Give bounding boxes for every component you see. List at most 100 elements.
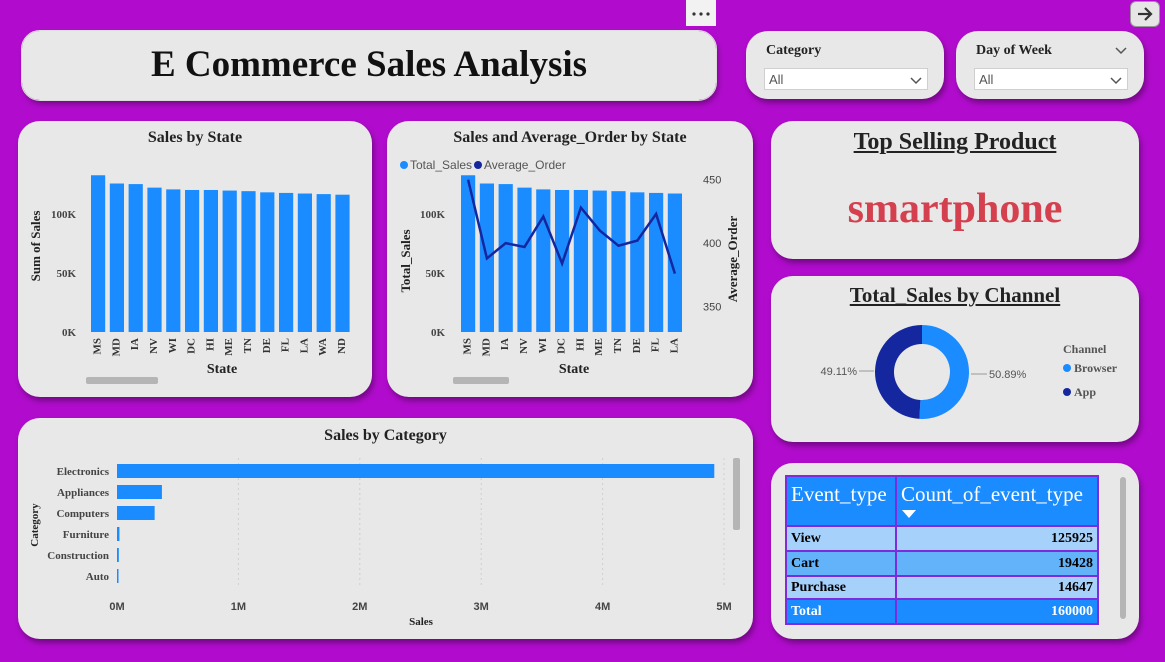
x-tick-label: NV [518,338,530,354]
sales-avg-order-chart: Total_Sales Average_Order 0K 50K 100K 350 400 4… [398,158,740,377]
donut-slice [875,325,922,419]
x-axis-title: State [559,362,589,377]
x-tick-label: 3M [474,601,489,613]
y-tick-label: Computers [56,508,109,520]
category-dropdown[interactable]: All [764,68,928,90]
bar [203,189,218,332]
y-tick-label: 100K [420,209,446,221]
y2-tick-label: 450 [703,175,721,187]
data-label: 49.11% [821,366,858,378]
x-tick-label: WA [317,338,329,356]
bar [279,192,294,332]
sales-avg-order-card: Sales and Average_Order by State Total_S… [387,121,753,397]
horizontal-scrollbar[interactable] [453,377,509,384]
bar [630,192,645,332]
x-tick-label: 1M [231,601,246,613]
title-card: E Commerce Sales Analysis [21,30,717,101]
vertical-scrollbar[interactable] [733,458,740,530]
chevron-down-icon [910,77,922,85]
sales-by-category-chart: 0M 1M 2M 3M 4M 5M Electronics Appliances Compute… [29,458,732,628]
x-tick-label: WI [537,338,549,353]
bar [166,189,181,332]
donut-slice [919,325,970,419]
bar [117,569,119,583]
y-axis-title: Total_Sales [398,229,413,292]
sales-by-channel-card: Total_Sales by Channel 50.89% 49.11% Chann… [771,276,1139,442]
table-total-row: Total 160000 [785,598,1099,625]
channel-donut-chart: 50.89% 49.11% Channel Browser App [821,325,1118,419]
legend-title: Channel [1063,342,1107,356]
x-tick-label: ME [593,338,605,356]
arrow-right-icon[interactable] [1130,1,1160,27]
y-tick-label: 50K [425,268,445,280]
bar [128,184,143,332]
y-tick-label: 100K [51,209,77,221]
column-header[interactable]: Event_type [785,475,897,527]
x-tick-label: DE [631,338,643,353]
bar [297,193,312,332]
y-tick-label: 50K [56,268,76,280]
x-tick-label: HI [574,338,586,351]
y-axis-title: Sum of Sales [28,211,43,282]
bar [117,506,155,520]
category-slicer-label: Category [766,43,822,58]
sort-down-icon [902,510,916,518]
day-of-week-slicer[interactable]: Day of Week All [956,31,1144,99]
bar [498,184,513,332]
x-tick-label: MS [462,338,474,355]
x-tick-label: DC [186,338,198,354]
event-table: Event_type Count_of_event_type View 1259… [785,475,1099,625]
table-row: Cart 19428 [785,550,1099,577]
legend-marker [474,161,482,169]
x-tick-label: 0M [109,601,124,613]
x-tick-label: 4M [595,601,610,613]
x-tick-label: MD [110,338,122,356]
x-tick-label: ME [223,338,235,356]
bar [147,187,162,332]
sales-by-state-chart: 0K 50K 100K MS MD IA NV WI DC HI ME TN DE FL LA WA ND Sta… [28,175,350,377]
x-tick-label: LA [298,338,310,353]
event-table-card: Event_type Count_of_event_type View 1259… [771,463,1139,639]
horizontal-scrollbar[interactable] [86,377,158,384]
sales-by-state-card: Sales by State 0K 50K 100K MS MD IA NV WI DC HI ME… [18,121,372,397]
bar [611,191,626,332]
legend-label: App [1074,385,1096,399]
bar [117,548,119,562]
day-of-week-dropdown[interactable]: All [974,68,1128,90]
more-options-icon[interactable] [686,0,716,26]
category-slicer[interactable]: Category All [746,31,944,99]
x-tick-label: 2M [352,601,367,613]
x-tick-label: IA [499,338,511,350]
x-tick-label: TN [242,338,254,353]
x-tick-label: DC [556,338,568,354]
x-tick-label: FL [280,338,292,352]
chevron-down-icon[interactable] [1114,43,1128,57]
x-tick-label: ND [336,338,348,354]
x-tick-label: TN [612,338,624,353]
top-product-card: Top Selling Product smartphone [771,121,1139,259]
y2-axis-title: Average_Order [725,216,740,303]
bar [109,183,124,332]
y2-tick-label: 350 [703,302,721,314]
x-tick-label: DE [261,338,273,353]
bar [222,190,237,332]
x-tick-label: MD [480,338,492,356]
x-axis-title: State [207,362,237,377]
x-axis-title: Sales [409,616,434,628]
table-row: Purchase 14647 [785,575,1099,600]
bar [335,194,350,332]
page-title: E Commerce Sales Analysis [150,44,588,85]
table-header-row: Event_type Count_of_event_type [785,475,1099,527]
y-tick-label: Electronics [57,466,110,478]
bar [117,464,715,478]
top-product-value: smartphone [847,186,1063,232]
x-tick-label: LA [668,338,680,353]
y-tick-label: 0K [62,327,77,339]
legend-marker [1063,388,1071,396]
legend-marker [400,161,408,169]
bar [91,175,106,332]
vertical-scrollbar[interactable] [1120,477,1126,619]
data-label: 50.89% [989,369,1027,381]
bar [592,190,607,332]
column-header[interactable]: Count_of_event_type [895,475,1099,527]
